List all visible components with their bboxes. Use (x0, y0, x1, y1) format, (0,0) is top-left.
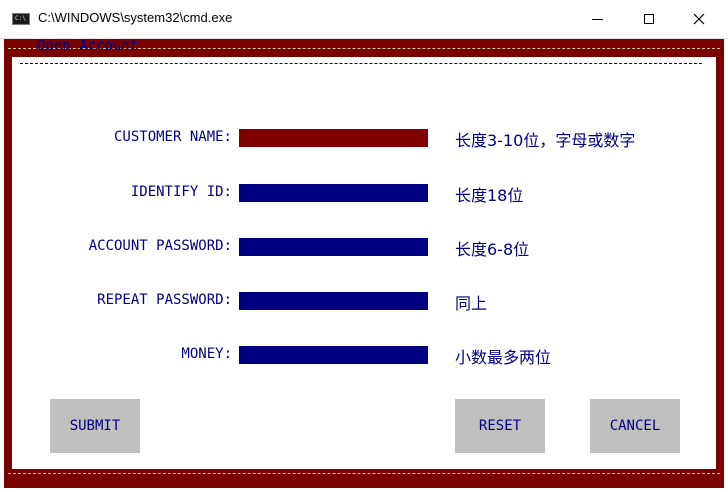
minimize-button[interactable] (574, 0, 620, 38)
reset-button[interactable]: RESET (455, 399, 545, 453)
frame-bottom-dashes (8, 473, 720, 474)
repeat-password-label: REPEAT PASSWORD: (97, 292, 232, 308)
close-button[interactable] (676, 0, 722, 38)
maximize-icon (644, 14, 654, 24)
repeat-password-input[interactable] (239, 292, 428, 310)
money-hint: 小数最多两位 (455, 348, 552, 367)
submit-button[interactable]: SUBMIT (50, 399, 140, 453)
customer-name-input[interactable] (239, 129, 428, 147)
cancel-button[interactable]: CANCEL (590, 399, 680, 453)
title-bar: C:\ C:\WINDOWS\system32\cmd.exe (0, 0, 728, 39)
account-password-input[interactable] (239, 238, 428, 256)
customer-name-label: CUSTOMER NAME: (113, 129, 232, 145)
account-password-label: ACCOUNT PASSWORD: (88, 238, 232, 254)
identify-id-input[interactable] (239, 184, 428, 202)
maximize-button[interactable] (626, 0, 672, 38)
money-label: MONEY: (181, 346, 232, 362)
identify-id-hint: 长度18位 (455, 186, 524, 205)
money-input[interactable] (239, 346, 428, 364)
console-app-icon: C:\ (12, 13, 30, 25)
customer-name-hint: 长度3-10位，字母或数字 (455, 131, 636, 150)
close-icon (693, 13, 705, 25)
identify-id-label: IDENTIFY ID: (130, 184, 232, 200)
form-title: Open Account (37, 38, 139, 54)
account-password-hint: 长度6-8位 (455, 240, 530, 259)
title-separator (20, 63, 702, 64)
minimize-icon (591, 18, 603, 20)
window-title: C:\WINDOWS\system32\cmd.exe (38, 10, 233, 25)
repeat-password-hint: 同上 (455, 294, 488, 313)
